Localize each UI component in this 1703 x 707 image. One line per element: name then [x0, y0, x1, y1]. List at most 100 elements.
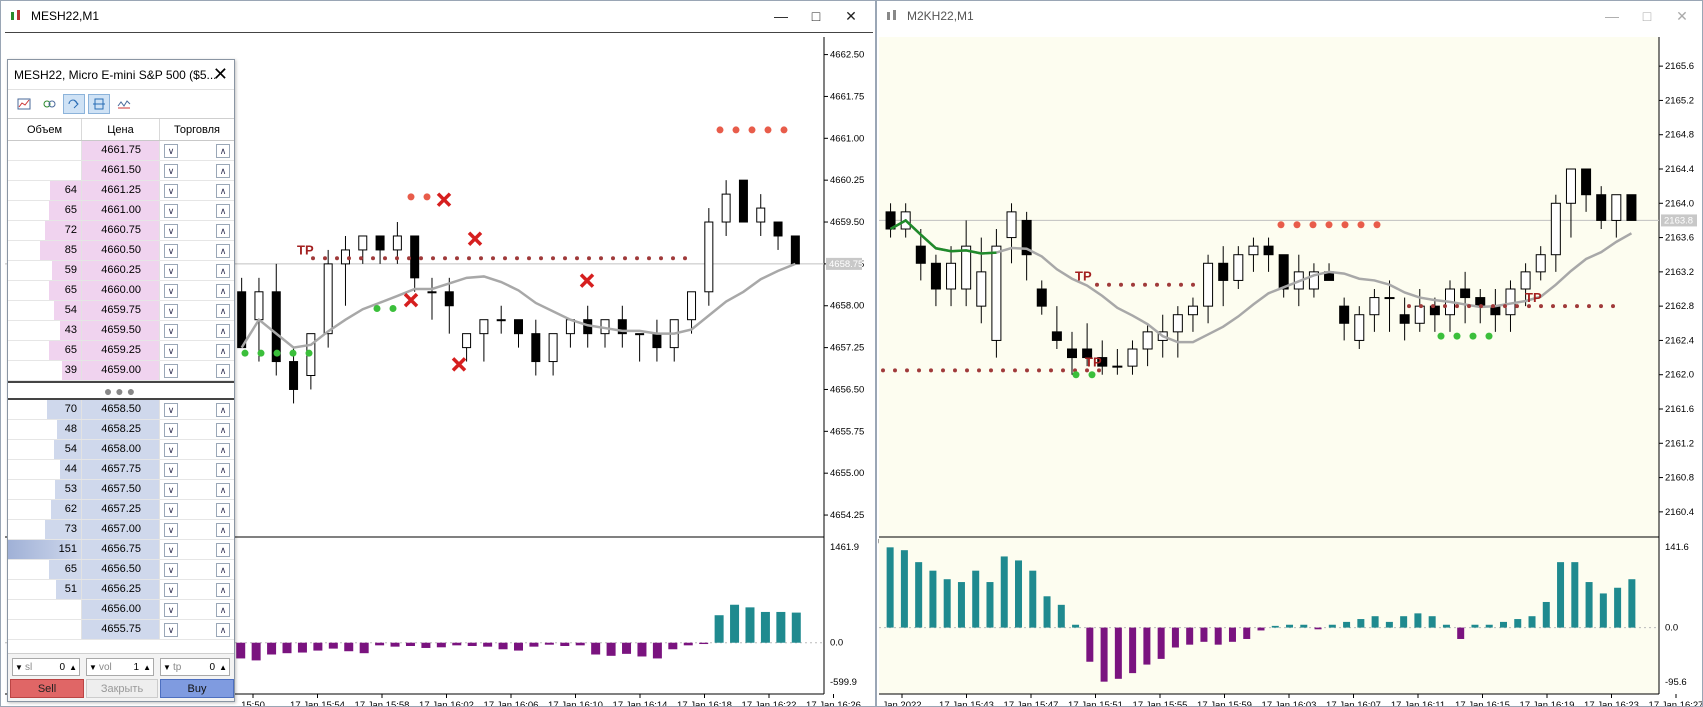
bid-row[interactable]: 51 4656.25 ∨ ∧ [8, 580, 234, 600]
signals-icon[interactable] [113, 94, 135, 114]
chevron-down-icon[interactable]: ∨ [164, 244, 178, 258]
left-enable-sell-button[interactable]: Вкл.SELL [746, 82, 806, 101]
bid-row[interactable]: 70 4658.50 ∨ ∧ [8, 400, 234, 420]
chevron-up-icon[interactable]: ∧ [216, 244, 230, 258]
right-enable-sell-button[interactable]: Вкл.SELL [1584, 82, 1644, 101]
chevron-up-icon[interactable]: ∧ [216, 304, 230, 318]
bid-row[interactable]: 48 4658.25 ∨ ∧ [8, 420, 234, 440]
sell-button[interactable]: Sell [10, 679, 84, 698]
tp-stepper[interactable]: ▼ tp 0 ▲ [160, 658, 230, 676]
chevron-down-icon[interactable]: ∨ [164, 164, 178, 178]
ask-row[interactable]: 85 4660.50 ∨ ∧ [8, 241, 234, 261]
left-enable-buy-button[interactable]: Вкл.BUY [681, 82, 741, 101]
ask-row[interactable]: 54 4659.75 ∨ ∧ [8, 301, 234, 321]
price-cell[interactable]: 4660.25 [82, 261, 160, 280]
price-cell[interactable]: 4661.50 [82, 161, 160, 180]
price-cell[interactable]: 4661.25 [82, 181, 160, 200]
price-cell[interactable]: 4656.25 [82, 580, 160, 599]
chevron-up-icon[interactable]: ∧ [216, 563, 230, 577]
trade-cell[interactable]: ∨ ∧ [160, 420, 234, 439]
trade-cell[interactable]: ∨ ∧ [160, 301, 234, 320]
sl-down-icon[interactable]: ▼ [15, 663, 23, 672]
price-cell[interactable]: 4656.75 [82, 540, 160, 559]
ask-row[interactable]: 65 4661.00 ∨ ∧ [8, 201, 234, 221]
bid-row[interactable]: 4655.75 ∨ ∧ [8, 620, 234, 640]
chevron-up-icon[interactable]: ∧ [216, 543, 230, 557]
chevron-down-icon[interactable]: ∨ [164, 483, 178, 497]
chevron-up-icon[interactable]: ∧ [216, 264, 230, 278]
trade-cell[interactable]: ∨ ∧ [160, 161, 234, 180]
ask-row[interactable]: 65 4660.00 ∨ ∧ [8, 281, 234, 301]
right-window-titlebar[interactable]: M2KH22,M1 — □ ✕ [877, 1, 1702, 31]
vol-up-icon[interactable]: ▲ [143, 663, 151, 672]
ask-row[interactable]: 4661.50 ∨ ∧ [8, 161, 234, 181]
trade-cell[interactable]: ∨ ∧ [160, 560, 234, 579]
buy-button[interactable]: Buy [160, 679, 234, 698]
price-cell[interactable]: 4656.00 [82, 600, 160, 619]
chevron-down-icon[interactable]: ∨ [164, 284, 178, 298]
price-cell[interactable]: 4658.50 [82, 400, 160, 419]
sl-stepper[interactable]: ▼ sl 0 ▲ [12, 658, 80, 676]
price-cell[interactable]: 4660.50 [82, 241, 160, 260]
chevron-up-icon[interactable]: ∧ [216, 603, 230, 617]
chevron-down-icon[interactable]: ∨ [164, 264, 178, 278]
chevron-down-icon[interactable]: ∨ [164, 184, 178, 198]
price-cell[interactable]: 4657.75 [82, 460, 160, 479]
chevron-up-icon[interactable]: ∧ [216, 523, 230, 537]
bid-row[interactable]: 73 4657.00 ∨ ∧ [8, 520, 234, 540]
chart-toggle-icon[interactable] [13, 94, 35, 114]
close-button[interactable]: ✕ [841, 6, 861, 26]
price-cell[interactable]: 4660.00 [82, 281, 160, 300]
minimize-button[interactable]: — [1602, 6, 1622, 26]
tp-down-icon[interactable]: ▼ [163, 663, 171, 672]
chevron-down-icon[interactable]: ∨ [164, 204, 178, 218]
bid-row[interactable]: 4656.00 ∨ ∧ [8, 600, 234, 620]
price-cell[interactable]: 4661.00 [82, 201, 160, 220]
price-cell[interactable]: 4659.25 [82, 341, 160, 360]
price-cell[interactable]: 4657.00 [82, 520, 160, 539]
price-cell[interactable]: 4658.25 [82, 420, 160, 439]
trade-cell[interactable]: ∨ ∧ [160, 201, 234, 220]
chevron-down-icon[interactable]: ∨ [164, 523, 178, 537]
price-cell[interactable]: 4660.75 [82, 221, 160, 240]
price-cell[interactable]: 4656.50 [82, 560, 160, 579]
trade-cell[interactable]: ∨ ∧ [160, 341, 234, 360]
vol-down-icon[interactable]: ▼ [89, 663, 97, 672]
ask-row[interactable]: 43 4659.50 ∨ ∧ [8, 321, 234, 341]
chevron-up-icon[interactable]: ∧ [216, 503, 230, 517]
auto-center-icon[interactable] [63, 94, 85, 114]
book-icon[interactable] [895, 40, 905, 51]
vol-value[interactable]: 1 [133, 662, 139, 673]
trade-cell[interactable]: ∨ ∧ [160, 321, 234, 340]
close-position-button[interactable]: Закрыть [86, 679, 158, 698]
trade-cell[interactable]: ∨ ∧ [160, 540, 234, 559]
trade-cell[interactable]: ∨ ∧ [160, 500, 234, 519]
price-cell[interactable]: 4658.00 [82, 440, 160, 459]
trade-cell[interactable]: ∨ ∧ [160, 181, 234, 200]
chevron-up-icon[interactable]: ∧ [216, 463, 230, 477]
chevron-up-icon[interactable]: ∧ [216, 443, 230, 457]
maximize-button[interactable]: □ [806, 6, 826, 26]
close-button[interactable]: ✕ [1672, 6, 1692, 26]
chevron-up-icon[interactable]: ∧ [216, 224, 230, 238]
trade-cell[interactable]: ∨ ∧ [160, 480, 234, 499]
trade-cell[interactable]: ∨ ∧ [160, 620, 234, 639]
ask-row[interactable]: 72 4660.75 ∨ ∧ [8, 221, 234, 241]
trade-cell[interactable]: ∨ ∧ [160, 520, 234, 539]
ask-row[interactable]: 65 4659.25 ∨ ∧ [8, 341, 234, 361]
tp-value[interactable]: 0 [209, 662, 215, 673]
trade-cell[interactable]: ∨ ∧ [160, 460, 234, 479]
chevron-up-icon[interactable]: ∧ [216, 364, 230, 378]
book-icon[interactable] [23, 40, 33, 51]
price-cell[interactable]: 4657.50 [82, 480, 160, 499]
minimize-button[interactable]: — [771, 6, 791, 26]
ask-row[interactable]: 39 4659.00 ∨ ∧ [8, 361, 234, 381]
trade-cell[interactable]: ∨ ∧ [160, 221, 234, 240]
ticks-toggle-icon[interactable] [38, 94, 60, 114]
chevron-down-icon[interactable]: ∨ [164, 324, 178, 338]
chevron-down-icon[interactable]: ∨ [164, 224, 178, 238]
trade-cell[interactable]: ∨ ∧ [160, 261, 234, 280]
chevron-up-icon[interactable]: ∧ [216, 403, 230, 417]
chevron-up-icon[interactable]: ∧ [216, 144, 230, 158]
trade-cell[interactable]: ∨ ∧ [160, 281, 234, 300]
